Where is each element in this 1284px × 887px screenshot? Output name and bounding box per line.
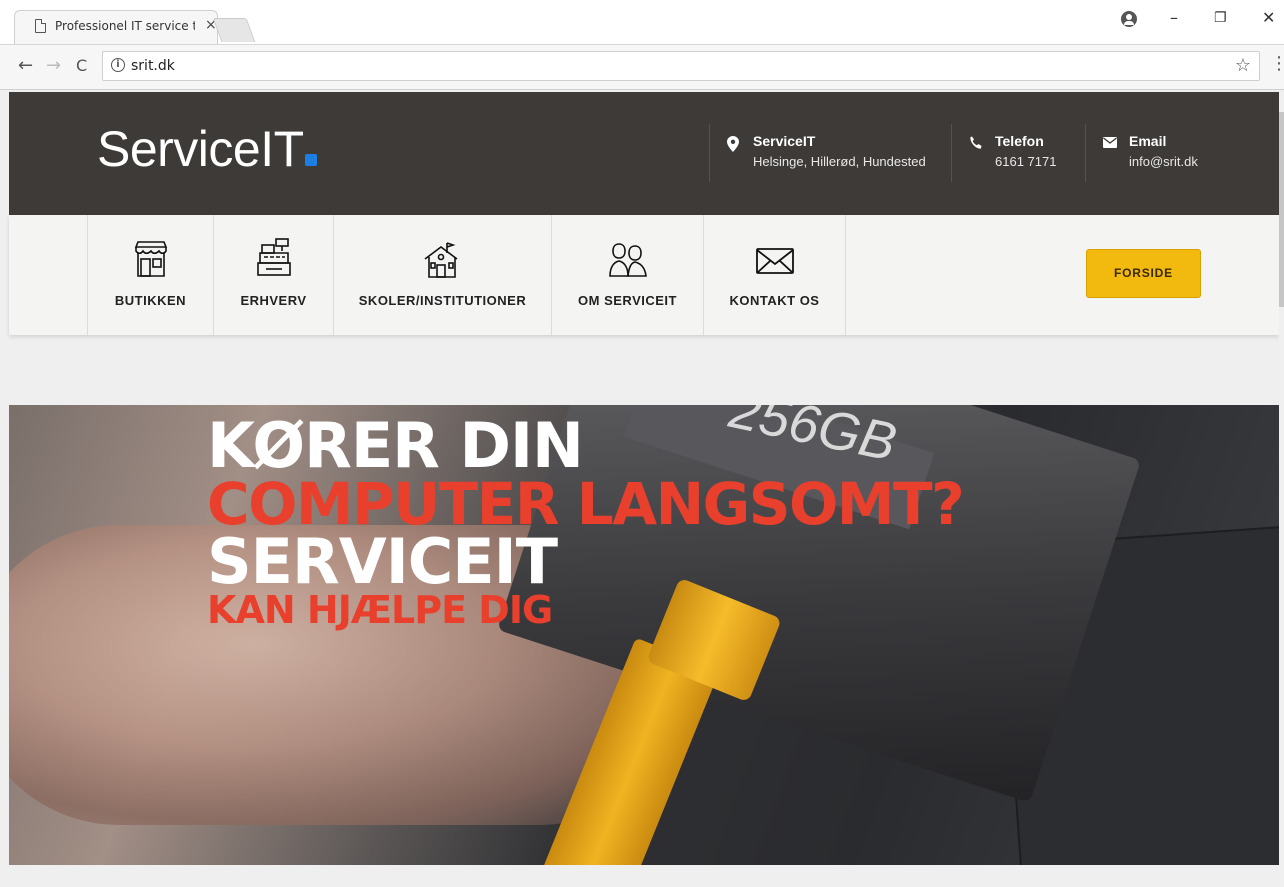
- contact-email: Email info@srit.dk: [1085, 124, 1265, 182]
- contact-location: ServiceIT Helsinge, Hillerød, Hundested: [709, 124, 949, 182]
- new-tab-button[interactable]: [212, 18, 256, 42]
- url-text[interactable]: srit.dk: [131, 58, 175, 74]
- main-navigation: BUTIKKEN ERHVERV SKOLER/INSTITUTIONER OM…: [9, 215, 1279, 335]
- info-icon[interactable]: i: [111, 58, 125, 72]
- close-window-icon[interactable]: ✕: [1262, 8, 1275, 27]
- address-bar[interactable]: i srit.dk ☆: [102, 51, 1260, 81]
- people-icon: [608, 241, 647, 282]
- scrollbar-thumb[interactable]: [1279, 112, 1284, 307]
- mail-icon: [755, 247, 795, 280]
- browser-menu-icon[interactable]: ⋮: [1270, 53, 1284, 74]
- hero-banner: 256GB KØRER DIN COMPUTER LANGSOMT? SERVI…: [9, 405, 1279, 865]
- minimize-icon[interactable]: –: [1170, 8, 1178, 27]
- reload-icon[interactable]: C: [76, 56, 87, 75]
- email-link[interactable]: info@srit.dk: [1129, 154, 1198, 169]
- bookmark-star-icon[interactable]: ☆: [1235, 55, 1251, 76]
- contact-title: Telefon: [995, 133, 1044, 149]
- page-icon: [35, 19, 46, 33]
- contact-value: Helsinge, Hillerød, Hundested: [753, 154, 926, 169]
- hero-line-4: KAN HJÆLPE DIG: [207, 588, 553, 632]
- browser-tab[interactable]: Professionel IT service til ×: [14, 10, 218, 44]
- contact-title: Email: [1129, 133, 1167, 149]
- browser-tab-bar: Professionel IT service til × – ❐ ✕: [0, 0, 1284, 44]
- tab-title: Professionel IT service til: [55, 19, 195, 33]
- hero-headline: KØRER DIN COMPUTER LANGSOMT? SERVICEIT K…: [207, 409, 965, 632]
- school-icon: [423, 241, 463, 284]
- cash-register-icon: [256, 237, 292, 282]
- nav-label: BUTIKKEN: [114, 293, 187, 308]
- phone-number[interactable]: 6161 7171: [995, 154, 1056, 169]
- nav-item-erhverv[interactable]: ERHVERV: [213, 215, 333, 335]
- contact-phone: Telefon 6161 7171: [951, 124, 1081, 182]
- envelope-icon: [1103, 136, 1117, 152]
- nav-label: KONTAKT OS: [729, 293, 820, 308]
- shop-icon: [134, 241, 168, 282]
- nav-label: SKOLER/INSTITUTIONER: [358, 293, 527, 308]
- nav-item-butikken[interactable]: BUTIKKEN: [87, 215, 213, 335]
- hero-line-1: KØRER DIN: [207, 409, 584, 482]
- logo-text: ServiceIT: [97, 121, 304, 177]
- logo-dot: [304, 154, 317, 166]
- hero-line-3: SERVICEIT: [207, 525, 558, 598]
- restore-icon[interactable]: ❐: [1214, 10, 1227, 26]
- forside-button[interactable]: FORSIDE: [1086, 249, 1201, 298]
- back-icon[interactable]: ←: [18, 55, 33, 76]
- site-logo[interactable]: ServiceIT: [97, 120, 317, 178]
- contact-title: ServiceIT: [753, 133, 816, 149]
- profile-icon[interactable]: [1121, 11, 1137, 27]
- nav-label: ERHVERV: [240, 293, 307, 308]
- site-header: ServiceIT ServiceIT Helsinge, Hillerød, …: [9, 92, 1279, 215]
- nav-item-skoler[interactable]: SKOLER/INSTITUTIONER: [333, 215, 551, 335]
- nav-label: OM SERVICEIT: [578, 293, 677, 308]
- map-pin-icon: [727, 136, 739, 156]
- nav-item-om-serviceit[interactable]: OM SERVICEIT: [551, 215, 703, 335]
- nav-item-kontakt[interactable]: KONTAKT OS: [703, 215, 846, 335]
- forward-icon[interactable]: →: [46, 55, 61, 76]
- browser-toolbar: ← → C i srit.dk ☆ ⋮: [0, 44, 1284, 90]
- phone-icon: [969, 136, 983, 154]
